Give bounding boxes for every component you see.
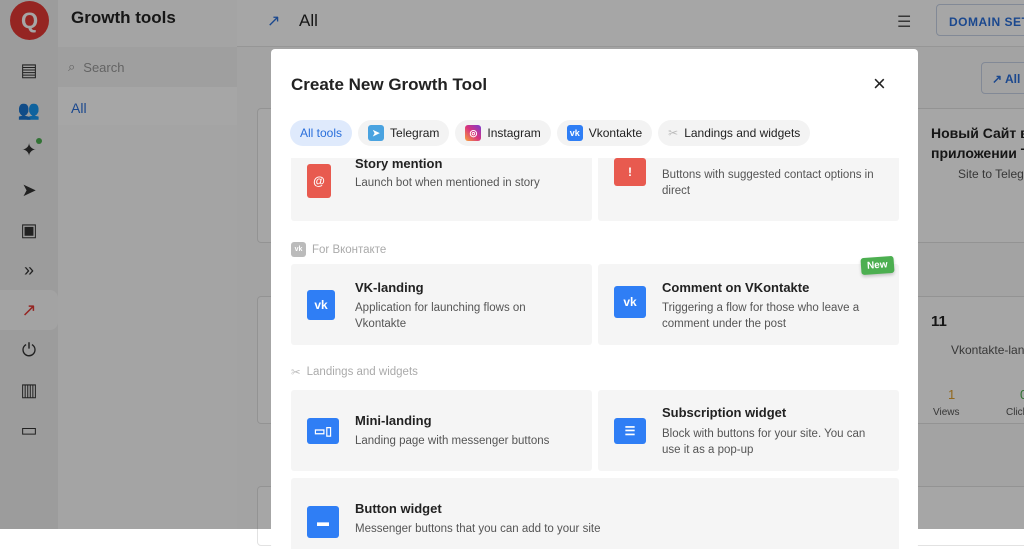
tool-card-vk-landing[interactable]: vk VK-landing Application for launching …: [291, 264, 592, 345]
modal-title: Create New Growth Tool: [291, 75, 488, 94]
tool-card-mini-landing[interactable]: ▭▯ Mini-landing Landing page with messen…: [291, 390, 592, 471]
card-title: Mini-landing: [355, 413, 432, 428]
chip-vkontakte[interactable]: vk Vkontakte: [556, 120, 653, 146]
card-title: Subscription widget: [662, 405, 787, 420]
card-title: VK-landing: [355, 280, 424, 295]
vk-landing-icon: vk: [307, 290, 335, 320]
section-label: Landings and widgets: [306, 366, 418, 378]
card-desc: Triggering a flow for those who leave a …: [662, 302, 860, 330]
chip-all-tools[interactable]: All tools: [290, 120, 353, 146]
create-growth-tool-modal: Create New Growth Tool × All tools ➤ Tele…: [271, 49, 918, 549]
alert-chat-icon: !: [614, 158, 646, 186]
mini-landing-icon: ▭▯: [307, 418, 339, 444]
new-badge: New: [860, 255, 895, 276]
chip-label: Landings and widgets: [684, 126, 801, 140]
card-desc: Block with buttons for your site. You ca…: [662, 428, 866, 456]
tools-icon: ✂: [668, 126, 679, 140]
chip-telegram[interactable]: ➤ Telegram: [358, 120, 450, 146]
card-desc: Messenger buttons that you can add to yo…: [355, 523, 601, 535]
card-title: Comment on VKontakte: [662, 280, 810, 295]
card-desc: Buttons with suggested contact options i…: [662, 169, 874, 197]
tool-card-vk-comment[interactable]: vk Comment on VKontakte Triggering a flo…: [598, 264, 899, 345]
vk-comment-icon: vk: [614, 286, 646, 318]
tools-icon: ✂: [291, 367, 301, 379]
vk-icon: vk: [566, 125, 583, 141]
card-title: Story mention: [355, 158, 443, 171]
chip-instagram[interactable]: ◎ Instagram: [455, 120, 551, 146]
tool-card-button-widget[interactable]: ▬ Button widget Messenger buttons that y…: [291, 478, 899, 549]
button-widget-icon: ▬: [307, 506, 339, 538]
card-title: Button widget: [355, 501, 442, 516]
story-mention-icon: @: [307, 164, 331, 198]
tools-list[interactable]: @ Story mention Launch bot when mentione…: [271, 158, 918, 549]
tool-card-subscription-widget[interactable]: ☰ Subscription widget Block with buttons…: [598, 390, 899, 471]
section-label: For Вконтакте: [312, 243, 387, 256]
filter-chips: All tools ➤ Telegram ◎ Instagram vk Vkontak…: [290, 120, 811, 146]
section-vkontakte: vk For Вконтакте: [291, 242, 386, 257]
chip-label: Telegram: [390, 126, 440, 140]
card-desc: Application for launching flows on Vkont…: [355, 302, 526, 330]
subscription-widget-icon: ☰: [614, 418, 646, 444]
vk-icon: vk: [291, 242, 306, 257]
chip-label: Vkontakte: [588, 126, 643, 140]
close-icon[interactable]: ×: [873, 71, 886, 97]
card-desc: Launch bot when mentioned in story: [355, 177, 540, 189]
chip-landings-widgets[interactable]: ✂ Landings and widgets: [658, 120, 811, 146]
telegram-icon: ➤: [368, 125, 385, 141]
tool-card-story-mention[interactable]: @ Story mention Launch bot when mentione…: [291, 158, 592, 221]
instagram-icon: ◎: [465, 125, 482, 141]
chip-label: Instagram: [487, 126, 541, 140]
tool-card-direct-buttons[interactable]: ! Buttons with suggested contact options…: [598, 158, 899, 221]
card-desc: Landing page with messenger buttons: [355, 435, 550, 447]
section-landings-widgets: ✂ Landings and widgets: [291, 365, 418, 379]
chip-label: All tools: [300, 126, 343, 140]
